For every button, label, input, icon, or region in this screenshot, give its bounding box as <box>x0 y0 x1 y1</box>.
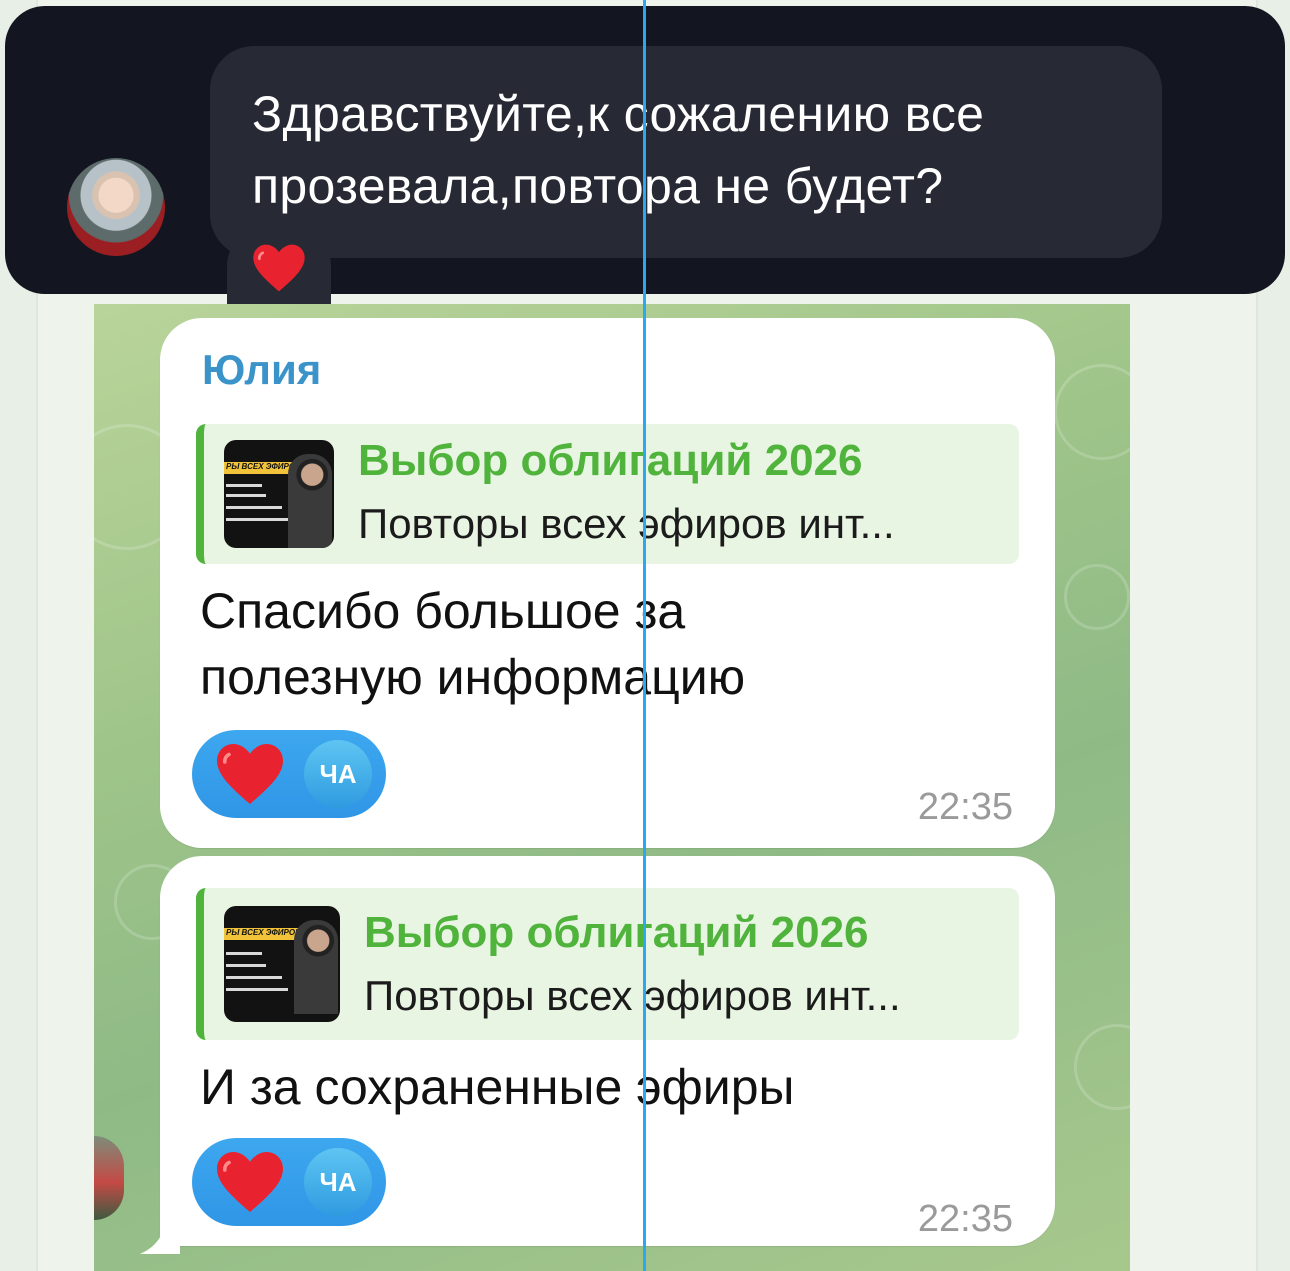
quote-title: Выбор облигаций 2026 <box>364 908 869 957</box>
message-text-line: прозевала,повтора не будет? <box>252 158 944 214</box>
thumbnail-person <box>294 920 338 1014</box>
thumbnail-line <box>226 518 288 521</box>
quote-subtitle: Повторы всех эфиров инт... <box>358 500 895 547</box>
thumbnail-line <box>226 506 282 509</box>
thumbnail-person <box>288 454 332 548</box>
reply-quote[interactable]: РЫ ВСЕХ ЭФИРОВ Выбор облигаций 2026 Повт… <box>196 888 1019 1040</box>
thumbnail-line <box>226 964 266 967</box>
quote-thumbnail: РЫ ВСЕХ ЭФИРОВ <box>224 440 334 548</box>
red-heart-icon <box>217 1152 283 1212</box>
sender-name[interactable]: Юлия <box>202 346 321 394</box>
thumbnail-line <box>226 988 288 991</box>
reactor-avatar[interactable]: ЧА <box>304 1148 372 1216</box>
avatar[interactable] <box>67 158 165 256</box>
reply-quote[interactable]: РЫ ВСЕХ ЭФИРОВ Выбор облигаций 2026 Повт… <box>196 424 1019 564</box>
background-doodle <box>1054 364 1130 460</box>
background-doodle <box>1074 1024 1130 1110</box>
message-text: Спасибо большое за полезную информацию <box>200 578 980 710</box>
red-heart-icon <box>253 244 305 292</box>
message-time: 22:35 <box>917 786 1013 828</box>
red-heart-icon <box>217 744 283 804</box>
reactor-avatar[interactable]: ЧА <box>304 740 372 808</box>
message-text-line: полезную информацию <box>200 649 746 705</box>
thumbnail-line <box>226 952 262 955</box>
message-bubble[interactable]: Юлия РЫ ВСЕХ ЭФИРОВ Выбор облигаций 2026… <box>160 318 1055 848</box>
message-text-line: Спасибо большое за <box>200 583 686 639</box>
reaction-badge[interactable] <box>227 228 331 304</box>
message-text: И за сохраненные эфиры <box>200 1059 795 1115</box>
message-text-line: Здравствуйте,к сожалению все <box>252 86 985 142</box>
message-text: Здравствуйте,к сожалению все прозевала,п… <box>252 78 1132 222</box>
message-time: 22:35 <box>917 1198 1013 1240</box>
reaction-pill[interactable]: ЧА <box>192 730 386 818</box>
thumbnail-line <box>226 484 262 487</box>
thumbnail-banner-text: РЫ ВСЕХ ЭФИРОВ <box>226 928 301 937</box>
quote-thumbnail: РЫ ВСЕХ ЭФИРОВ <box>224 906 340 1022</box>
thumbnail-line <box>226 494 266 497</box>
reaction-pill[interactable]: ЧА <box>192 1138 386 1226</box>
guide-line <box>643 0 646 1271</box>
background-doodle <box>1064 564 1130 630</box>
message-bubble[interactable]: РЫ ВСЕХ ЭФИРОВ Выбор облигаций 2026 Повт… <box>160 856 1055 1246</box>
quote-subtitle: Повторы всех эфиров инт... <box>364 972 901 1019</box>
thumbnail-line <box>226 976 282 979</box>
quote-title: Выбор облигаций 2026 <box>358 436 863 485</box>
